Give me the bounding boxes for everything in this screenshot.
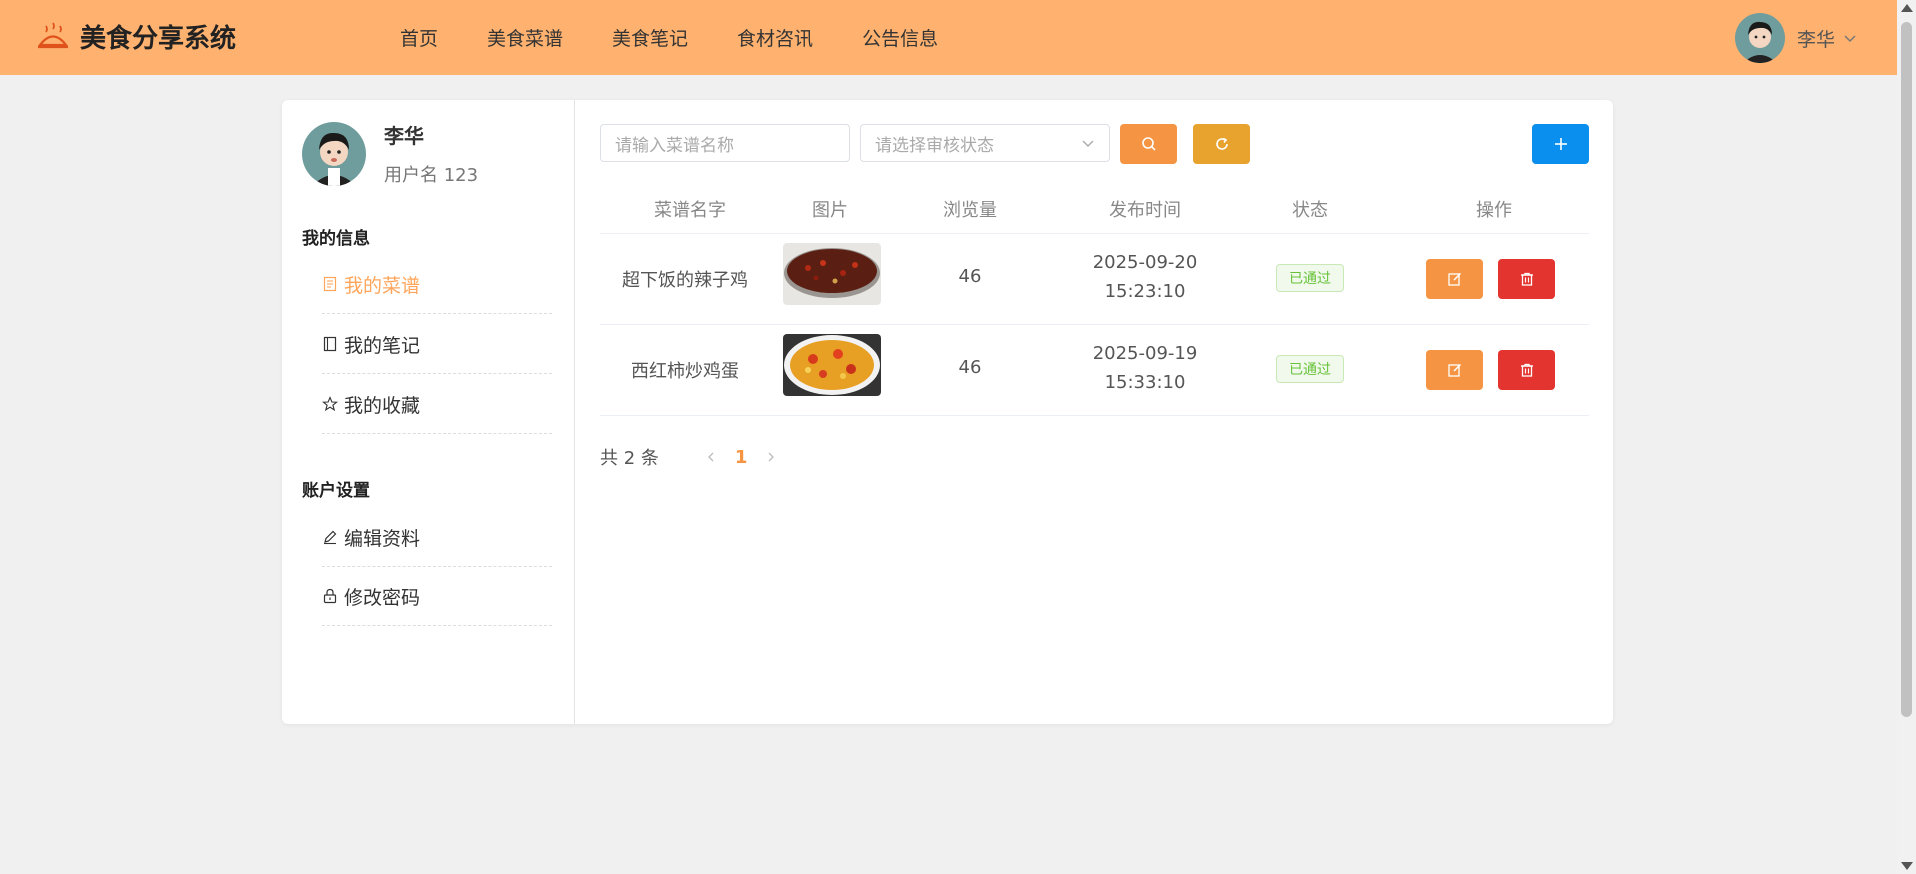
section-account-settings: 账户设置	[302, 481, 370, 501]
add-recipe-button[interactable]	[1532, 124, 1589, 164]
recipe-thumbnail[interactable]	[783, 243, 881, 305]
status-select[interactable]: 请选择审核状态	[860, 124, 1110, 162]
user-menu[interactable]: 李华	[1734, 13, 1857, 63]
app-title: 美食分享系统	[80, 24, 237, 54]
sidebar-item-my-recipes[interactable]: 我的菜谱	[322, 255, 552, 314]
scroll-up-arrow[interactable]	[1901, 4, 1913, 12]
trash-icon	[1520, 272, 1533, 286]
recipe-name: 西红柿炒鸡蛋	[631, 361, 739, 382]
profile-summary: 李华 用户名 123	[302, 120, 478, 187]
main-nav: 首页 美食菜谱 美食笔记 食材咨讯 公告信息	[400, 0, 987, 75]
status-select-placeholder: 请选择审核状态	[875, 135, 994, 156]
edit-button[interactable]	[1426, 350, 1483, 390]
delete-button[interactable]	[1498, 259, 1555, 299]
recipe-name: 超下饭的辣子鸡	[622, 270, 748, 291]
notebook-icon	[323, 336, 337, 352]
pagination: 共 2 条 1	[600, 444, 795, 470]
main-card: 李华 用户名 123 我的信息 我的菜谱 我的笔记 我的收藏 账户设置 编辑资料…	[282, 100, 1613, 724]
search-input[interactable]: 请输入菜谱名称	[600, 124, 850, 162]
chevron-left-icon[interactable]	[705, 451, 717, 463]
lock-icon	[323, 588, 337, 604]
app-logo[interactable]: 美食分享系统	[36, 18, 236, 55]
sidebar-item-my-notes[interactable]: 我的笔记	[322, 315, 552, 374]
nav-announcements[interactable]: 公告信息	[862, 24, 938, 51]
avatar	[302, 121, 366, 186]
col-header-image: 图片	[812, 200, 848, 221]
profile-name: 李华	[384, 124, 424, 148]
edit-icon	[1447, 363, 1461, 377]
table-divider	[600, 233, 1589, 234]
recipe-thumbnail[interactable]	[783, 334, 881, 396]
reset-button[interactable]	[1193, 124, 1250, 164]
delete-button[interactable]	[1498, 350, 1555, 390]
col-header-name: 菜谱名字	[654, 200, 726, 221]
table-divider	[600, 415, 1589, 416]
sidebar-item-change-password[interactable]: 修改密码	[322, 567, 552, 626]
chevron-down-icon[interactable]	[1843, 31, 1857, 45]
nav-ingredients-news[interactable]: 食材咨讯	[737, 24, 813, 51]
refresh-icon	[1215, 137, 1228, 150]
edit-icon	[324, 530, 337, 545]
food-cloche-icon	[37, 22, 69, 48]
section-my-info: 我的信息	[302, 229, 370, 249]
edit-button[interactable]	[1426, 259, 1483, 299]
search-icon	[1141, 137, 1156, 151]
chevron-down-icon	[1082, 140, 1094, 147]
user-sidebar: 李华 用户名 123 我的信息 我的菜谱 我的笔记 我的收藏 账户设置 编辑资料…	[282, 100, 575, 724]
status-badge: 已通过	[1276, 264, 1344, 292]
sidebar-item-label: 我的笔记	[344, 334, 421, 357]
chevron-right-icon[interactable]	[765, 451, 777, 463]
col-header-status: 状态	[1292, 200, 1328, 221]
table-divider	[600, 324, 1589, 325]
avatar[interactable]	[1734, 13, 1785, 63]
sidebar-item-edit-profile[interactable]: 编辑资料	[322, 508, 552, 567]
col-header-actions: 操作	[1476, 200, 1512, 221]
col-header-publish-time: 发布时间	[1109, 200, 1181, 221]
top-navbar: 美食分享系统 首页 美食菜谱 美食笔记 食材咨讯 公告信息 李华	[0, 0, 1897, 75]
view-count: 46	[958, 357, 982, 378]
pagination-total: 共 2 条	[600, 448, 659, 469]
sidebar-item-my-favorites[interactable]: 我的收藏	[322, 375, 552, 434]
profile-username: 用户名 123	[384, 165, 479, 186]
document-icon	[323, 276, 337, 292]
view-count: 46	[958, 266, 982, 287]
publish-date: 2025-09-20	[1092, 252, 1198, 273]
trash-icon	[1520, 363, 1533, 377]
publish-time: 15:23:10	[1104, 281, 1186, 302]
sidebar-item-label: 编辑资料	[344, 527, 421, 550]
page-scrollbar[interactable]	[1897, 0, 1916, 874]
sidebar-item-label: 我的菜谱	[344, 274, 421, 297]
search-button[interactable]	[1120, 124, 1177, 164]
star-icon	[322, 396, 338, 412]
page-number-current[interactable]: 1	[735, 447, 748, 468]
recipes-panel: 请输入菜谱名称 请选择审核状态 菜谱名字 图片 浏览量 发布时间 状态 操作 超…	[600, 100, 1589, 724]
publish-time: 15:33:10	[1104, 372, 1186, 393]
plus-icon	[1554, 138, 1567, 150]
sidebar-item-label: 修改密码	[344, 586, 421, 609]
nav-home[interactable]: 首页	[400, 24, 438, 51]
scroll-down-arrow[interactable]	[1901, 862, 1913, 870]
publish-date: 2025-09-19	[1092, 343, 1198, 364]
status-badge: 已通过	[1276, 355, 1344, 383]
sidebar-item-label: 我的收藏	[344, 394, 421, 417]
nav-notes[interactable]: 美食笔记	[612, 24, 688, 51]
scroll-thumb[interactable]	[1901, 22, 1912, 717]
edit-icon	[1447, 272, 1461, 286]
header-user-name[interactable]: 李华	[1797, 25, 1835, 52]
nav-recipes[interactable]: 美食菜谱	[487, 24, 563, 51]
col-header-views: 浏览量	[943, 200, 997, 221]
